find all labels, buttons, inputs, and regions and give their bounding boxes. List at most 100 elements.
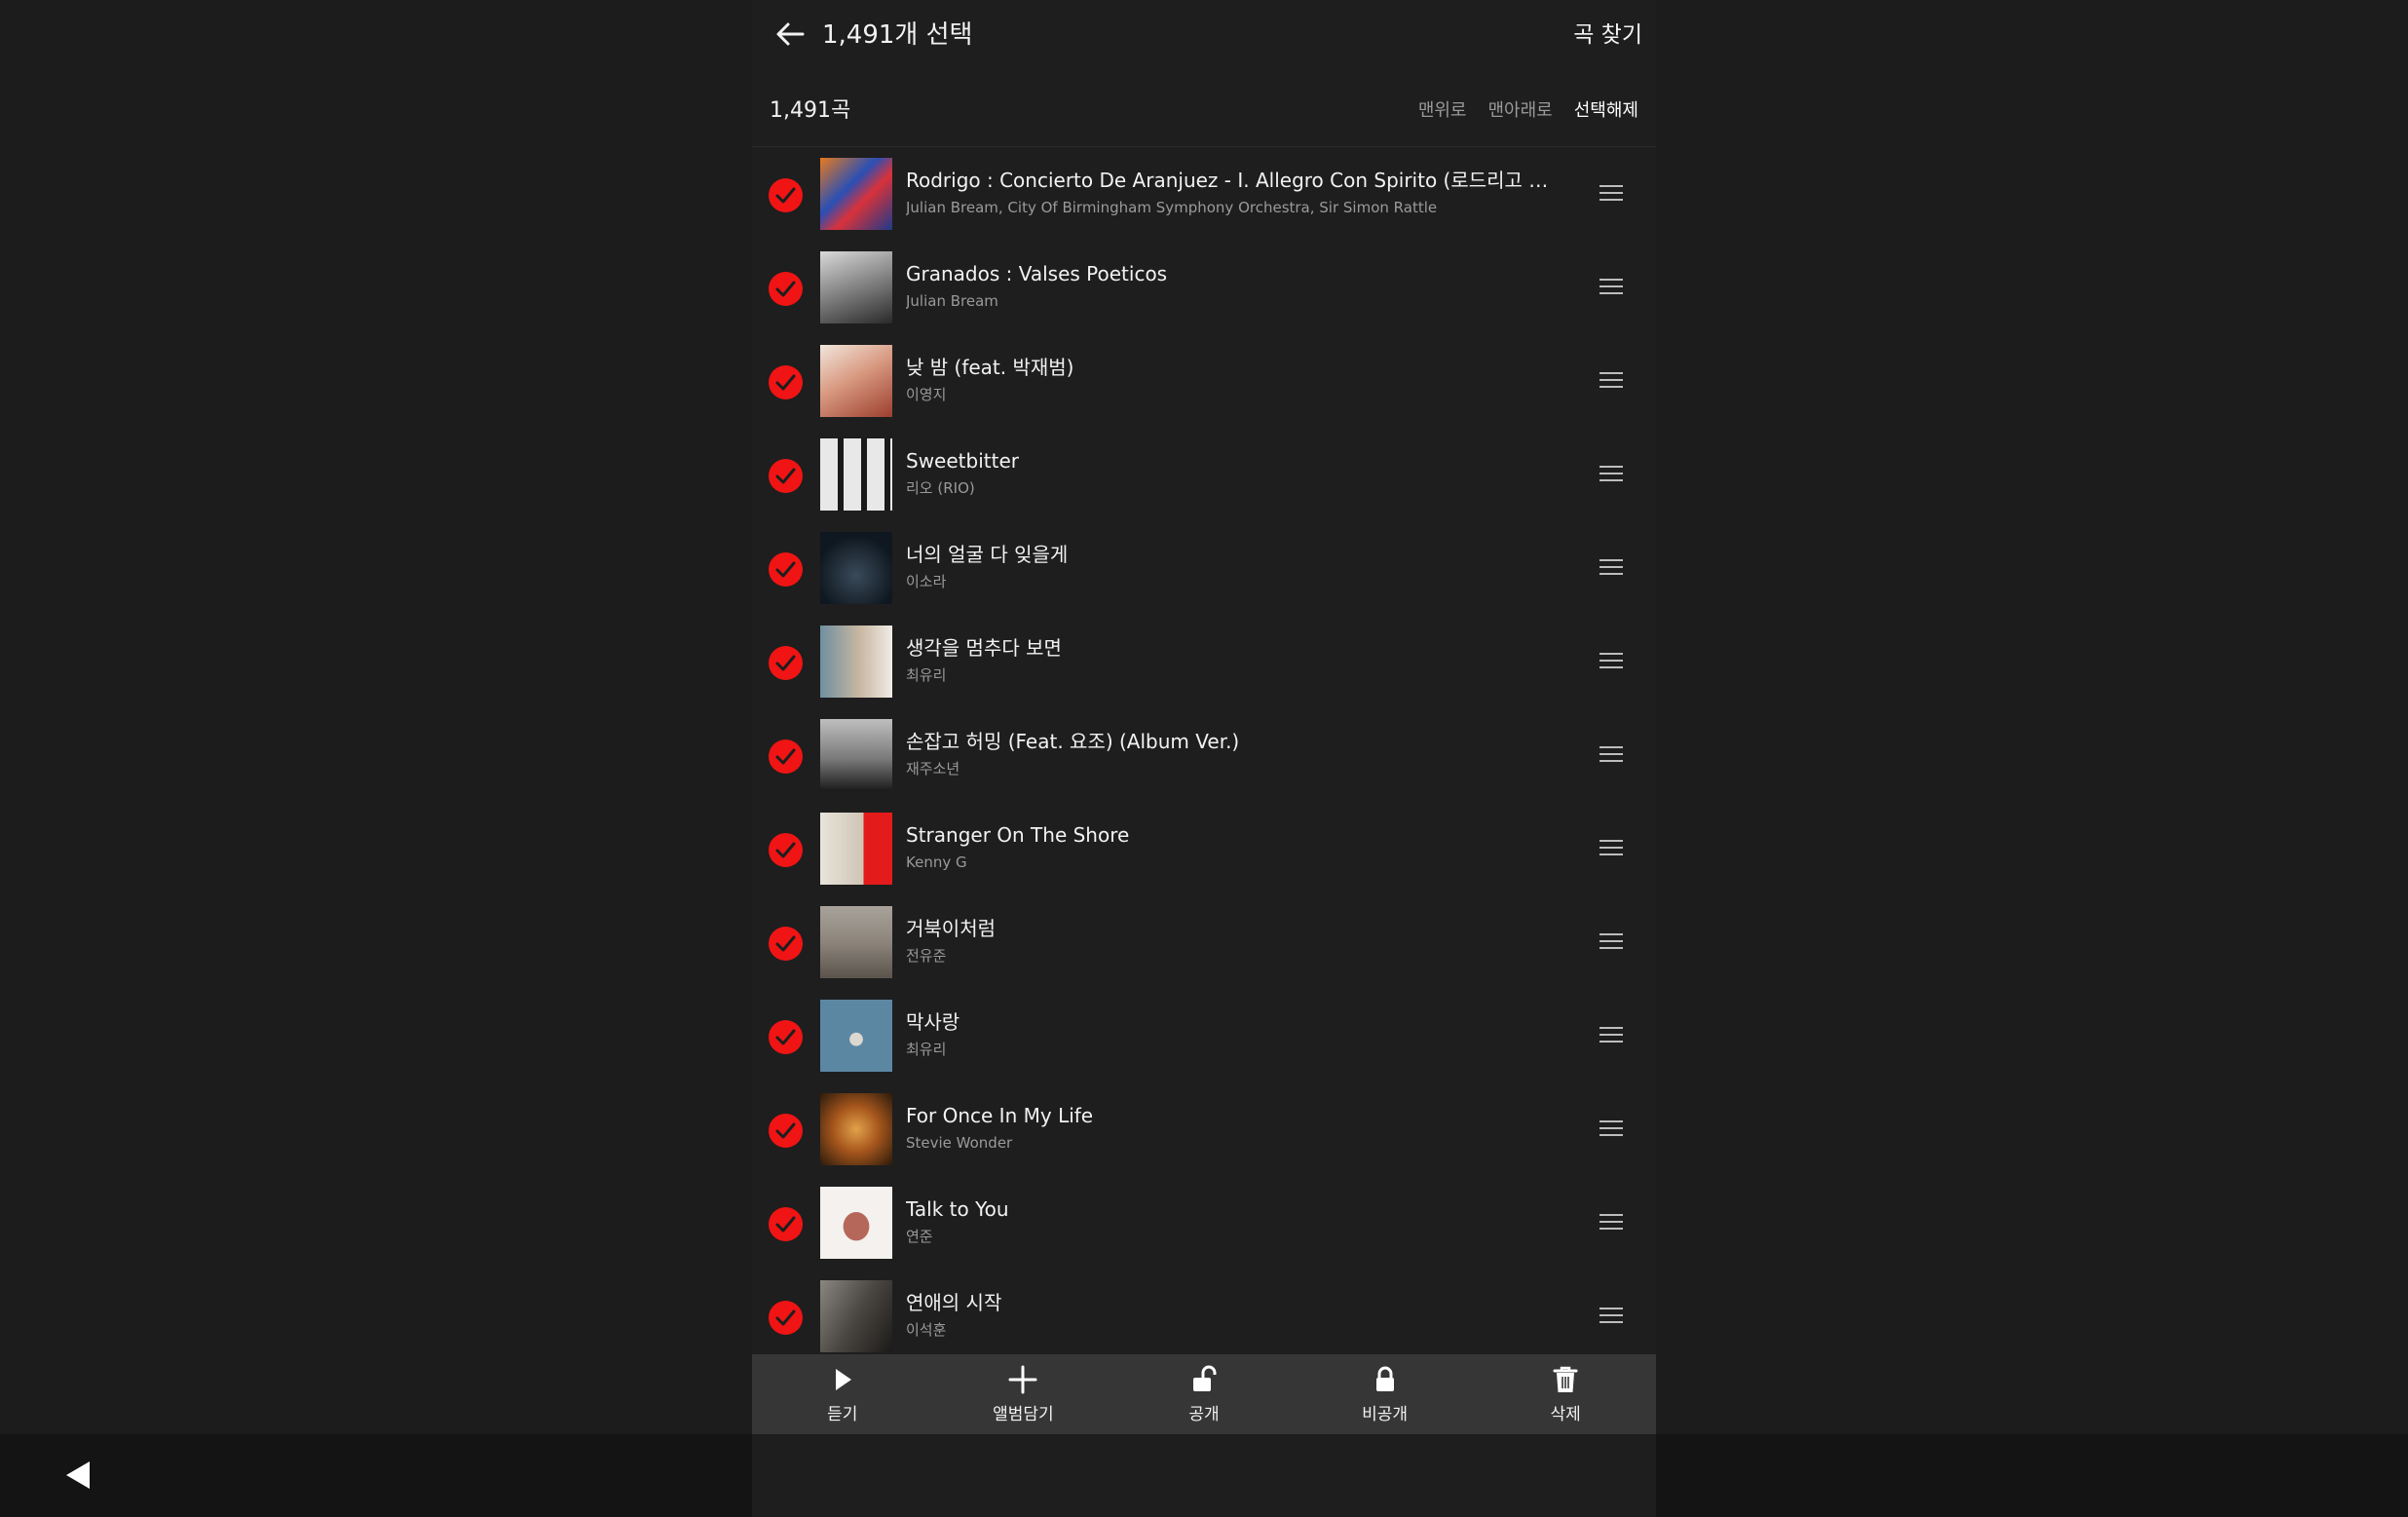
song-artist: 연준 xyxy=(906,1228,933,1245)
page-title: 1,491개 선택 xyxy=(822,20,973,50)
album-cover xyxy=(820,532,892,604)
drag-handle-icon[interactable] xyxy=(1599,653,1623,670)
song-row[interactable]: Sweetbitter 리오 (RIO) xyxy=(752,429,1656,522)
song-row[interactable]: For Once In My Life Stevie Wonder xyxy=(752,1083,1656,1177)
check-circle-icon[interactable] xyxy=(769,1114,803,1148)
check-circle-icon[interactable] xyxy=(769,178,803,212)
album-cover xyxy=(820,1000,892,1072)
album-cover xyxy=(820,1093,892,1165)
song-title: Rodrigo : Concierto De Aranjuez - I. All… xyxy=(906,169,1549,192)
system-nav-bar-center xyxy=(752,1434,1656,1517)
check-circle-icon[interactable] xyxy=(769,833,803,867)
drag-handle-icon[interactable] xyxy=(1599,559,1623,577)
song-title: 막사랑 xyxy=(906,1010,960,1034)
plus-icon xyxy=(1008,1365,1037,1394)
app-window: 1,491개 선택 곡 찾기 1,491곡 맨위로 맨아래로 선택해제 Rodr… xyxy=(752,0,1656,1434)
song-title: For Once In My Life xyxy=(906,1104,1094,1127)
drag-handle-icon[interactable] xyxy=(1599,1308,1623,1325)
song-count: 1,491곡 xyxy=(770,98,851,123)
check-circle-icon[interactable] xyxy=(769,1020,803,1054)
find-song-button[interactable]: 곡 찾기 xyxy=(1573,19,1642,51)
system-back-icon[interactable] xyxy=(66,1461,90,1489)
song-title: 손잡고 허밍 (Feat. 요조) (Album Ver.) xyxy=(906,730,1240,753)
left-backdrop xyxy=(0,0,752,1434)
drag-handle-icon[interactable] xyxy=(1599,372,1623,390)
check-circle-icon[interactable] xyxy=(769,740,803,774)
check-circle-icon[interactable] xyxy=(769,459,803,493)
song-row[interactable]: 너의 얼굴 다 잊을게 이소라 xyxy=(752,522,1656,616)
song-artist: 이석훈 xyxy=(906,1321,947,1339)
song-row[interactable]: 낮 밤 (feat. 박재범) 이영지 xyxy=(752,335,1656,429)
check-circle-icon[interactable] xyxy=(769,927,803,961)
bottom-action-bar: 듣기 앨범담기 공개 비공개 삭제 xyxy=(752,1354,1656,1434)
top-bar: 1,491개 선택 곡 찾기 xyxy=(752,0,1656,70)
check-circle-icon[interactable] xyxy=(769,365,803,399)
song-title: 연애의 시작 xyxy=(906,1291,1002,1314)
drag-handle-icon[interactable] xyxy=(1599,185,1623,203)
drag-handle-icon[interactable] xyxy=(1599,279,1623,296)
private-button[interactable]: 비공개 xyxy=(1295,1354,1476,1434)
play-button[interactable]: 듣기 xyxy=(752,1354,933,1434)
song-artist: 이소라 xyxy=(906,573,947,590)
song-row[interactable]: 손잡고 허밍 (Feat. 요조) (Album Ver.) 재주소년 xyxy=(752,709,1656,803)
arrow-left-icon[interactable] xyxy=(773,18,807,51)
add-album-button[interactable]: 앨범담기 xyxy=(933,1354,1114,1434)
delete-label: 삭제 xyxy=(1550,1405,1581,1424)
play-icon xyxy=(835,1369,851,1390)
song-artist: 이영지 xyxy=(906,386,947,403)
drag-handle-icon[interactable] xyxy=(1599,933,1623,951)
public-label: 공개 xyxy=(1188,1405,1220,1424)
album-cover xyxy=(820,906,892,978)
selection-toolbar: 1,491곡 맨위로 맨아래로 선택해제 xyxy=(752,84,1656,147)
to-bottom-button[interactable]: 맨아래로 xyxy=(1488,97,1553,125)
song-title: Sweetbitter xyxy=(906,449,1019,473)
song-title: Stranger On The Shore xyxy=(906,823,1130,847)
to-top-button[interactable]: 맨위로 xyxy=(1418,97,1467,125)
drag-handle-icon[interactable] xyxy=(1599,1027,1623,1044)
song-title: 너의 얼굴 다 잊을게 xyxy=(906,543,1069,566)
song-row[interactable]: 거북이처럼 전유준 xyxy=(752,896,1656,990)
drag-handle-icon[interactable] xyxy=(1599,1214,1623,1232)
song-row[interactable]: 생각을 멈추다 보면 최유리 xyxy=(752,616,1656,709)
song-artist: Julian Bream, City Of Birmingham Symphon… xyxy=(906,199,1438,216)
song-artist: 전유준 xyxy=(906,947,947,965)
song-artist: 리오 (RIO) xyxy=(906,479,975,497)
check-circle-icon[interactable] xyxy=(769,272,803,306)
lock-icon xyxy=(1375,1366,1394,1391)
album-cover xyxy=(820,813,892,885)
song-artist: Julian Bream xyxy=(906,292,998,310)
album-cover xyxy=(820,345,892,417)
album-cover xyxy=(820,251,892,323)
drag-handle-icon[interactable] xyxy=(1599,466,1623,483)
unlock-icon xyxy=(1192,1365,1217,1391)
check-circle-icon[interactable] xyxy=(769,646,803,680)
drag-handle-icon[interactable] xyxy=(1599,746,1623,764)
song-row[interactable]: 막사랑 최유리 xyxy=(752,990,1656,1083)
drag-handle-icon[interactable] xyxy=(1599,840,1623,857)
play-label: 듣기 xyxy=(827,1405,858,1424)
check-circle-icon[interactable] xyxy=(769,552,803,587)
song-artist: 최유리 xyxy=(906,1041,947,1058)
song-title: 낮 밤 (feat. 박재범) xyxy=(906,356,1074,379)
song-row[interactable]: Rodrigo : Concierto De Aranjuez - I. All… xyxy=(752,148,1656,242)
song-title: Talk to You xyxy=(906,1197,1009,1221)
trash-icon xyxy=(1553,1366,1578,1392)
song-row[interactable]: Talk to You 연준 xyxy=(752,1177,1656,1270)
public-button[interactable]: 공개 xyxy=(1113,1354,1295,1434)
delete-button[interactable]: 삭제 xyxy=(1475,1354,1656,1434)
add-album-label: 앨범담기 xyxy=(993,1405,1054,1424)
song-artist: 최유리 xyxy=(906,666,947,684)
song-row[interactable]: Granados : Valses Poeticos Julian Bream xyxy=(752,242,1656,335)
check-circle-icon[interactable] xyxy=(769,1207,803,1241)
song-row[interactable]: Stranger On The Shore Kenny G xyxy=(752,803,1656,896)
song-row[interactable]: 연애의 시작 이석훈 xyxy=(752,1270,1656,1364)
album-cover xyxy=(820,438,892,511)
right-backdrop xyxy=(1656,0,2408,1434)
album-cover xyxy=(820,626,892,698)
private-label: 비공개 xyxy=(1362,1405,1409,1424)
album-cover xyxy=(820,1280,892,1352)
deselect-button[interactable]: 선택해제 xyxy=(1574,97,1638,125)
drag-handle-icon[interactable] xyxy=(1599,1120,1623,1138)
selection-actions: 맨위로 맨아래로 선택해제 xyxy=(1418,97,1638,125)
check-circle-icon[interactable] xyxy=(769,1301,803,1335)
